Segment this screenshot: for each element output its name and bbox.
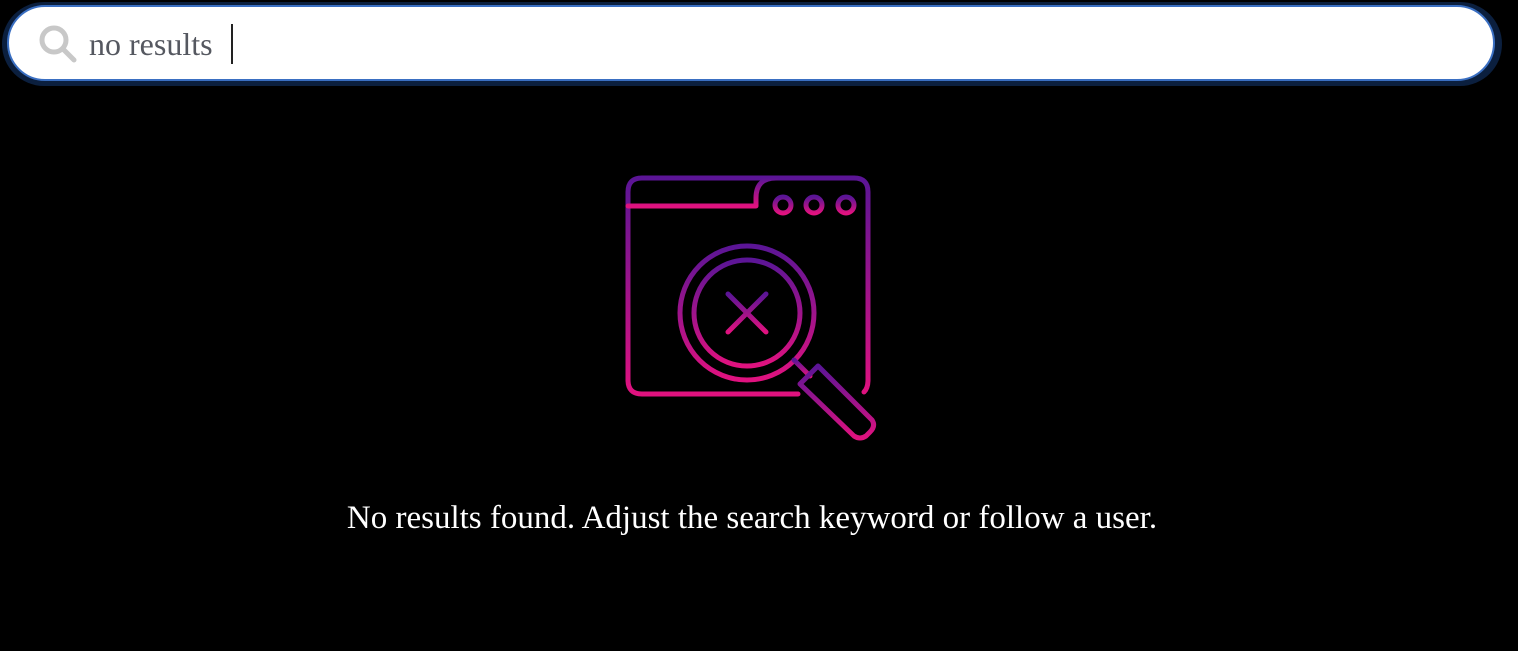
no-results-message: No results found. Adjust the search keyw… bbox=[346, 500, 1158, 536]
text-cursor bbox=[231, 24, 233, 64]
search-page: No results found. Adjust the search keyw… bbox=[0, 0, 1518, 651]
search-icon bbox=[39, 25, 77, 63]
search-input[interactable] bbox=[89, 19, 1469, 69]
browser-search-no-results-icon bbox=[625, 175, 877, 441]
